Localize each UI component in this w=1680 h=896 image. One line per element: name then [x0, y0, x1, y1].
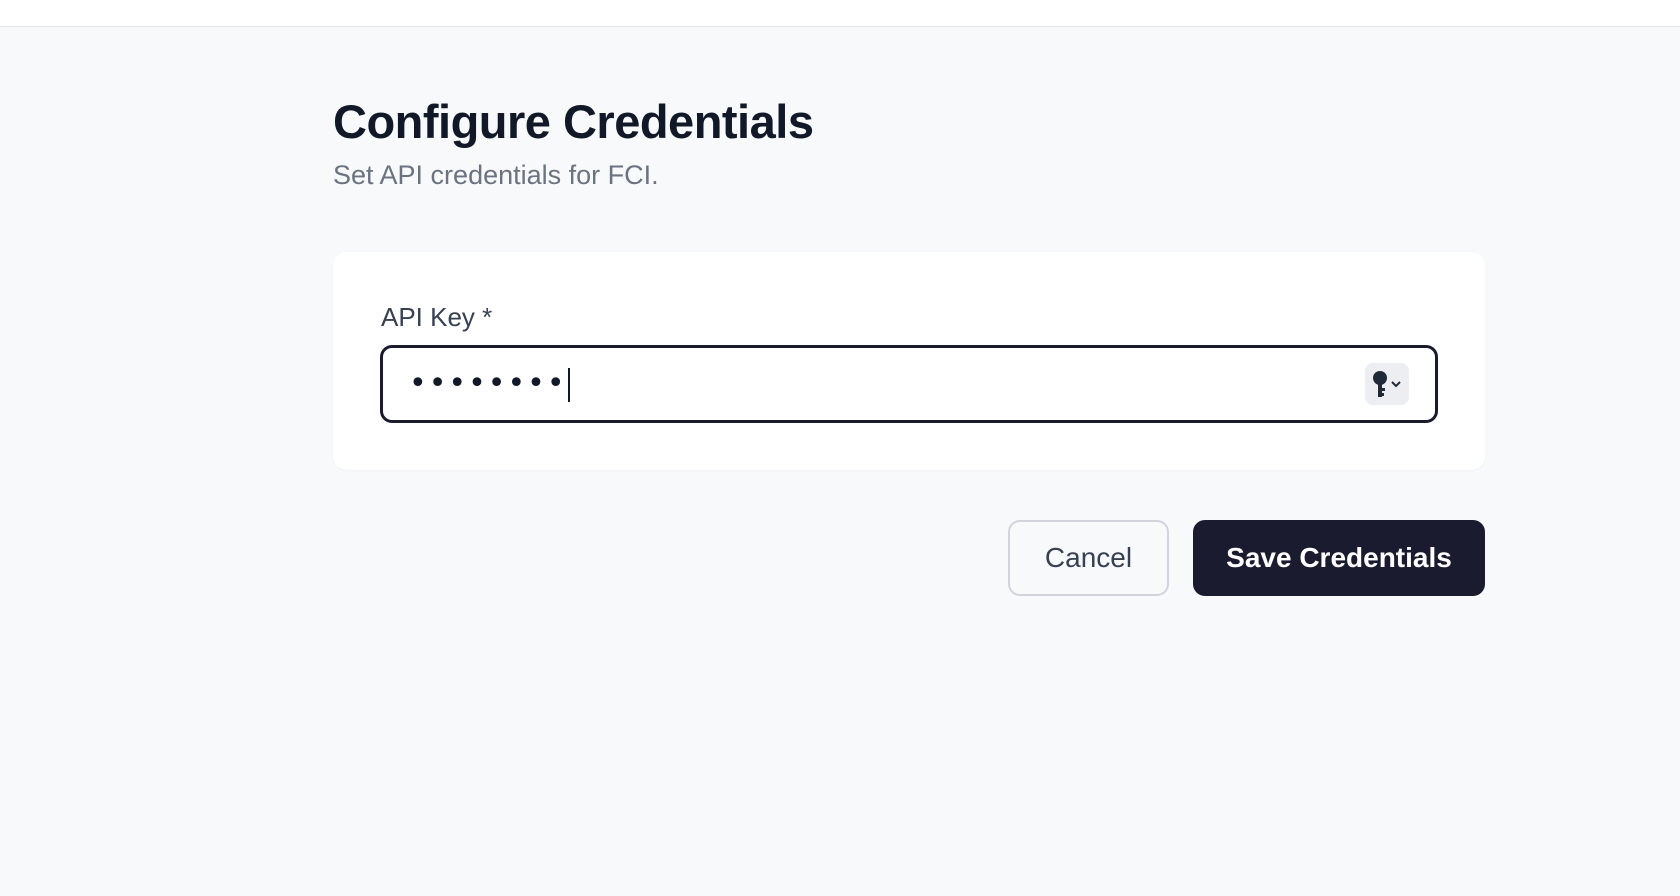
save-credentials-button[interactable]: Save Credentials: [1193, 520, 1485, 596]
key-icon: [1373, 371, 1387, 397]
api-key-value: ••••••••: [409, 362, 570, 406]
text-caret: [567, 367, 570, 402]
chevron-down-icon: [1391, 381, 1401, 388]
cancel-button[interactable]: Cancel: [1008, 520, 1169, 596]
page-title: Configure Credentials: [333, 95, 814, 148]
form-actions: Cancel Save Credentials: [1008, 520, 1485, 596]
page-subtitle: Set API credentials for FCI.: [333, 160, 659, 190]
top-bar: [0, 0, 1680, 27]
api-key-input[interactable]: ••••••••: [380, 345, 1438, 423]
password-manager-button[interactable]: [1365, 363, 1409, 405]
credentials-page: Configure Credentials Set API credential…: [333, 94, 1485, 596]
api-key-label: API Key *: [381, 302, 493, 332]
credentials-card: API Key * ••••••••: [333, 252, 1485, 470]
